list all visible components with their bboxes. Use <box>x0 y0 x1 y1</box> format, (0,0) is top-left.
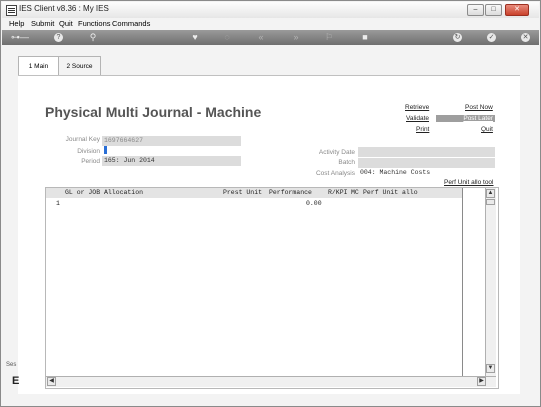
division-label: Division <box>77 148 100 155</box>
window-title: IES Client v8.36 : My IES <box>19 4 109 13</box>
page-title: Physical Multi Journal - Machine <box>45 104 262 120</box>
toolbar: ⊶— ? ⚲ ♥ ◌ « » ⚐ ■ ↻ ✓ ✕ <box>2 30 539 45</box>
scroll-right-icon[interactable]: ▶ <box>477 377 486 386</box>
batch-field[interactable] <box>358 158 495 168</box>
allocation-grid: GL or JOB Allocation Prest Unit Performa… <box>45 187 499 389</box>
column-header-performance: Performance <box>269 189 312 196</box>
help-icon[interactable]: ? <box>54 33 63 42</box>
post-later-link[interactable]: Post Later <box>436 115 495 122</box>
scroll-thumb[interactable] <box>486 199 495 205</box>
period-label: Period <box>81 158 100 165</box>
tab-source[interactable]: 2 Source <box>58 56 101 76</box>
performance-cell[interactable]: 0.00 <box>306 199 322 209</box>
fast-forward-icon[interactable]: » <box>289 32 303 43</box>
activity-date-field[interactable] <box>358 147 495 157</box>
grid-header: GL or JOB Allocation Prest Unit Performa… <box>46 188 463 198</box>
scroll-down-icon[interactable]: ▼ <box>486 364 495 373</box>
key-icon[interactable]: ⊶— <box>8 32 32 43</box>
period-field[interactable]: 165: Jun 2014 <box>102 156 241 166</box>
heart-icon[interactable]: ♥ <box>188 32 202 43</box>
menu-commands[interactable]: Commands <box>112 19 150 28</box>
scroll-up-icon[interactable]: ▲ <box>486 189 495 198</box>
column-header-allocation: GL or JOB Allocation <box>65 189 144 196</box>
menu-submit[interactable]: Submit <box>31 19 54 28</box>
menu-quit[interactable]: Quit <box>59 19 73 28</box>
session-label: Ses <box>6 362 17 368</box>
print-link[interactable]: Print <box>416 126 429 133</box>
app-icon <box>6 5 17 16</box>
perf-unit-allo-tool-link[interactable]: Perf Unit allo tool <box>444 179 494 186</box>
title-bar: IES Client v8.36 : My IES – □ ✕ <box>2 2 539 18</box>
menu-help[interactable]: Help <box>9 19 24 28</box>
side-glyph: E <box>12 375 20 387</box>
activity-date-label: Activity Date <box>318 149 355 156</box>
journal-key-label: Journal Key <box>65 136 100 143</box>
maximize-button[interactable]: □ <box>485 4 502 16</box>
horizontal-scrollbar[interactable]: ◀ ▶ <box>46 376 496 387</box>
journal-key-field[interactable]: 1697664627 <box>102 136 241 146</box>
division-field[interactable] <box>104 146 107 154</box>
batch-label: Batch <box>338 159 355 166</box>
quit-link[interactable]: Quit <box>481 126 493 133</box>
tab-main[interactable]: 1 Main <box>18 56 59 77</box>
flag-icon[interactable]: ⚐ <box>322 32 336 43</box>
column-divider <box>462 188 463 376</box>
menu-bar: Help Submit Quit Functions Commands <box>2 18 539 29</box>
scroll-left-icon[interactable]: ◀ <box>47 377 56 386</box>
stop-icon[interactable]: ■ <box>358 32 372 43</box>
column-header-prest-unit: Prest Unit <box>223 189 263 196</box>
column-header-mc: MC <box>351 189 359 196</box>
tab-strip: 1 Main 2 Source <box>18 56 495 77</box>
cost-analysis-label: Cost Analysis <box>315 170 355 177</box>
column-header-rkpi: R/KPI <box>328 189 348 196</box>
minimize-button[interactable]: – <box>467 4 484 16</box>
table-row[interactable]: 1 0.00 <box>46 199 463 209</box>
retrieve-link[interactable]: Retrieve <box>405 104 429 111</box>
column-header-perf-unit-allo: Perf Unit allo <box>363 189 418 196</box>
refresh-icon[interactable]: ↻ <box>453 33 462 42</box>
confirm-icon[interactable]: ✓ <box>487 33 496 42</box>
close-icon[interactable]: ✕ <box>521 33 530 42</box>
vertical-scrollbar[interactable]: ▲ ▼ <box>485 188 496 376</box>
cost-analysis-field[interactable]: 004: Machine Costs <box>358 168 495 178</box>
search-icon[interactable]: ⚲ <box>86 32 100 43</box>
row-number: 1 <box>56 200 60 207</box>
menu-functions[interactable]: Functions <box>78 19 111 28</box>
rewind-icon[interactable]: « <box>254 32 268 43</box>
post-now-link[interactable]: Post Now <box>465 104 493 111</box>
validate-link[interactable]: Validate <box>406 115 429 122</box>
close-window-button[interactable]: ✕ <box>505 4 529 16</box>
history-icon[interactable]: ◌ <box>220 32 234 43</box>
